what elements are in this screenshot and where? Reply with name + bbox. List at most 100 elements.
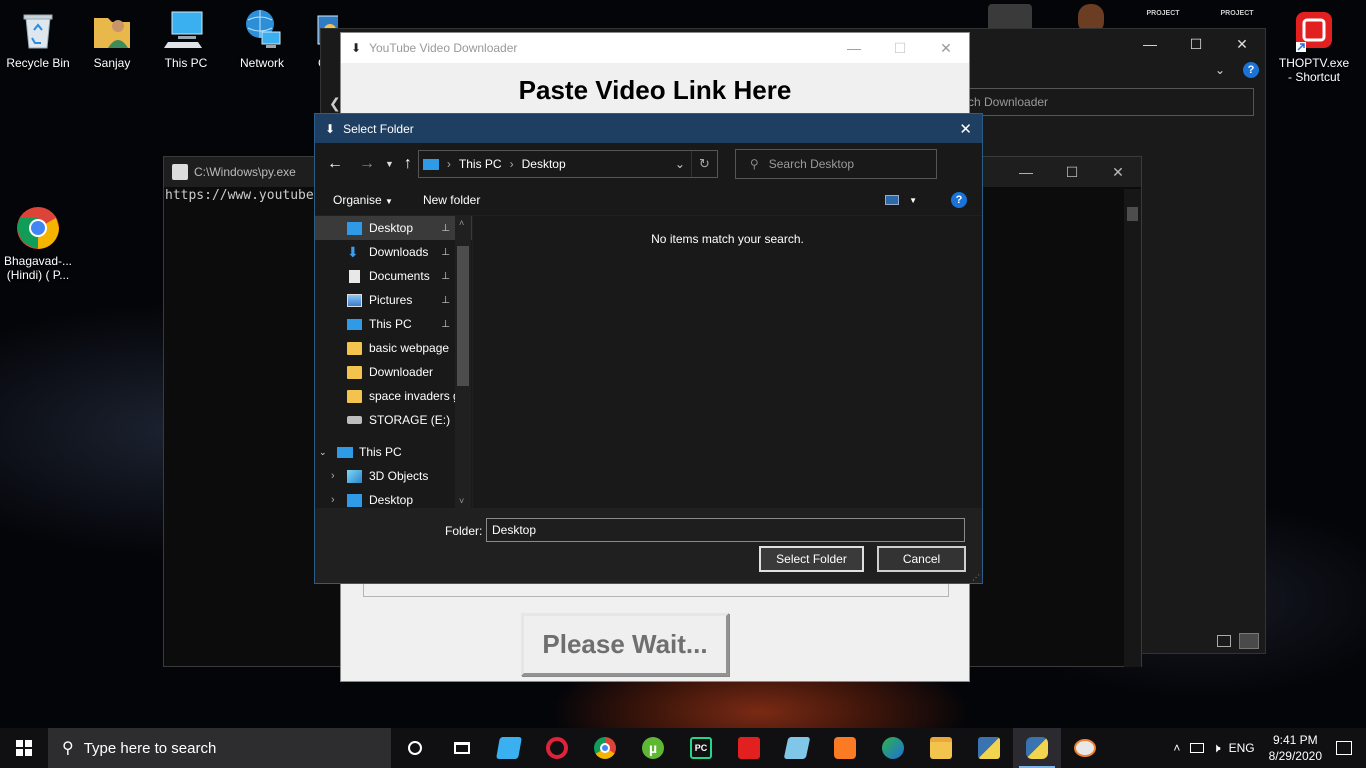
nav-item[interactable]: Desktop ⊥ <box>315 216 472 240</box>
nav-item-label: basic webpage <box>369 341 450 355</box>
view-options-icon[interactable] <box>885 195 900 205</box>
thoptv-taskbar-icon[interactable] <box>725 728 773 768</box>
back-arrow-icon[interactable]: ❮ <box>329 95 341 112</box>
hidden-icons-chevron-icon[interactable]: ˄ <box>1173 741 1180 755</box>
chevron-right-icon[interactable]: › <box>331 494 347 506</box>
dialog-titlebar[interactable]: ⬇ Select Folder ✕ <box>315 114 982 143</box>
utorrent-icon[interactable]: µ <box>629 728 677 768</box>
task-view-icon[interactable] <box>439 728 485 768</box>
windows-logo-icon <box>16 740 32 756</box>
details-view-icon[interactable] <box>1217 635 1231 647</box>
please-wait-button[interactable]: Please Wait... <box>521 613 729 676</box>
start-button[interactable] <box>0 728 48 768</box>
python-idle-icon[interactable] <box>965 728 1013 768</box>
notifications-icon[interactable] <box>1336 741 1352 755</box>
nav-item-label: Pictures <box>369 293 413 307</box>
nav-item-label: Downloads <box>369 245 429 259</box>
chevron-down-icon[interactable]: ⌄ <box>675 157 685 171</box>
chevron-down-icon[interactable]: ⌄ <box>1215 63 1225 77</box>
search-icon: ⚲ <box>62 740 74 757</box>
help-icon[interactable]: ? <box>1243 62 1259 78</box>
search-desktop-input[interactable]: ⚲ Search Desktop <box>734 149 937 179</box>
folder-name-input[interactable]: Desktop <box>486 518 965 542</box>
opera-icon[interactable] <box>533 728 581 768</box>
scrollbar-thumb[interactable] <box>1127 207 1138 221</box>
nav-item[interactable]: Downloader <box>315 360 472 384</box>
cortana-icon[interactable] <box>391 728 439 768</box>
breadcrumb-this-pc[interactable]: This PC <box>459 157 502 171</box>
back-arrow-icon[interactable]: ← <box>327 155 343 173</box>
nav-item-this-pc[interactable]: ⌄ This PC <box>315 440 472 464</box>
desktop-icon-this-pc[interactable]: This PC <box>148 0 224 70</box>
maximize-icon[interactable]: ☐ <box>1049 157 1095 187</box>
cancel-button[interactable]: Cancel <box>877 546 966 572</box>
scroll-up-icon[interactable]: ˄ <box>459 218 464 228</box>
minimize-icon[interactable]: — <box>1003 157 1049 187</box>
select-folder-button[interactable]: Select Folder <box>759 546 864 572</box>
clock[interactable]: 9:41 PM 8/29/2020 <box>1269 732 1322 764</box>
network-status-icon[interactable] <box>1190 743 1205 753</box>
nav-item[interactable]: ⬇ Downloads ⊥ <box>315 240 472 264</box>
desktop-icon-thoptv-shortcut[interactable]: THOPTV.exe - Shortcut <box>1274 0 1354 84</box>
close-icon[interactable]: ✕ <box>1219 29 1265 59</box>
language-indicator[interactable]: ENG <box>1229 741 1255 755</box>
navigation-scrollbar[interactable]: ˄ ˅ <box>455 216 471 508</box>
clock-time: 9:41 PM <box>1272 733 1318 747</box>
minimize-icon[interactable]: — <box>1127 29 1173 59</box>
xampp-icon[interactable] <box>821 728 869 768</box>
pycharm-icon[interactable]: PC <box>677 728 725 768</box>
nav-item[interactable]: STORAGE (E:) <box>315 408 472 432</box>
chevron-down-icon[interactable]: ▼ <box>909 196 917 205</box>
nav-item[interactable]: › Desktop <box>315 488 472 508</box>
breadcrumb[interactable]: › This PC › Desktop ⌄ ↻ <box>417 150 718 178</box>
scrollbar-thumb[interactable] <box>457 246 469 386</box>
console-scrollbar[interactable] <box>1124 189 1141 667</box>
chevron-down-icon[interactable]: ⌄ <box>319 447 337 458</box>
maximize-icon[interactable]: ☐ <box>877 33 923 63</box>
desktop-icon-chrome-shortcut[interactable]: Bhagavad-... (Hindi) ( P... <box>0 198 76 282</box>
desktop-icon-user-folder[interactable]: Sanjay <box>74 0 150 70</box>
refresh-icon[interactable]: ↻ <box>690 151 717 177</box>
organise-button[interactable]: Organise ▼ <box>333 193 393 207</box>
volume-icon[interactable]: 🕨 <box>1212 740 1220 756</box>
quick-access-list: Desktop ⊥ ⬇ Downloads ⊥ Documents ⊥ Pictures ⊥ Th… <box>315 216 472 432</box>
help-icon[interactable]: ? <box>951 192 967 208</box>
forward-arrow-icon[interactable]: → <box>359 155 375 173</box>
explorer-search-input[interactable]: rch Downloader <box>961 88 1254 116</box>
chrome-taskbar-icon[interactable] <box>581 728 629 768</box>
nav-item[interactable]: This PC ⊥ <box>315 312 472 336</box>
maximize-icon[interactable]: ☐ <box>1173 29 1219 59</box>
chevron-right-icon[interactable]: › <box>331 470 347 482</box>
nav-item[interactable]: Documents ⊥ <box>315 264 472 288</box>
desktop-icon-network[interactable]: Network <box>224 0 300 70</box>
up-arrow-icon[interactable]: ↑ <box>404 155 412 173</box>
file-explorer-icon[interactable] <box>917 728 965 768</box>
nav-item[interactable]: space invaders g <box>315 384 472 408</box>
breadcrumb-desktop[interactable]: Desktop <box>522 157 566 171</box>
idm-icon[interactable] <box>869 728 917 768</box>
nav-item[interactable]: basic webpage <box>315 336 472 360</box>
system-tray: ˄ 🕨 ENG 9:41 PM 8/29/2020 <box>1173 728 1366 768</box>
close-icon[interactable]: ✕ <box>959 120 972 138</box>
window-controls: — ☐ ✕ <box>1127 29 1265 59</box>
python-taskbar-icon[interactable] <box>1013 728 1061 768</box>
nav-item[interactable]: › 3D Objects <box>315 464 472 488</box>
recent-locations-chevron-icon[interactable]: ▼ <box>385 159 394 169</box>
scroll-down-icon[interactable]: ˅ <box>459 496 464 506</box>
close-icon[interactable]: ✕ <box>923 33 969 63</box>
desktop-icon-recycle-bin[interactable]: Recycle Bin <box>0 0 76 70</box>
network-icon <box>240 8 284 52</box>
minimize-icon[interactable]: — <box>831 33 877 63</box>
content-pane[interactable]: No items match your search. <box>473 216 982 508</box>
large-icons-view-icon[interactable] <box>1239 633 1259 649</box>
this-pc-taskbar-icon[interactable] <box>485 728 533 768</box>
taskbar-search-box[interactable]: ⚲ Type here to search <box>48 728 391 768</box>
3d-objects-icon <box>347 469 362 483</box>
command-bar: Organise ▼ New folder ▼ ? <box>315 185 982 215</box>
notepad-icon[interactable] <box>773 728 821 768</box>
new-folder-button[interactable]: New folder <box>423 193 480 207</box>
close-icon[interactable]: ✕ <box>1095 157 1141 187</box>
resize-grip-icon[interactable]: ⋰ <box>972 573 980 582</box>
nav-item[interactable]: Pictures ⊥ <box>315 288 472 312</box>
paint-icon[interactable] <box>1061 728 1109 768</box>
